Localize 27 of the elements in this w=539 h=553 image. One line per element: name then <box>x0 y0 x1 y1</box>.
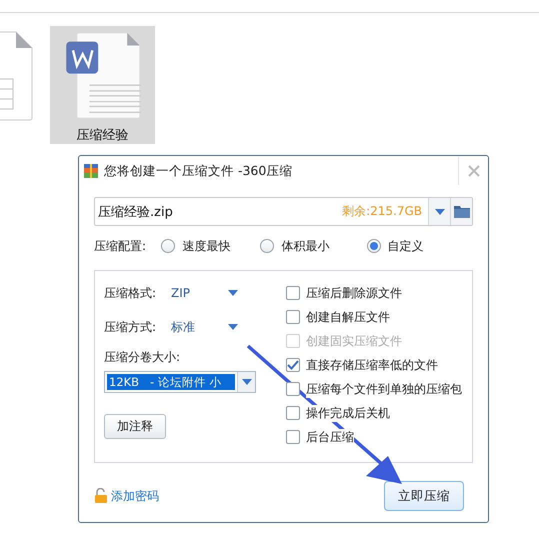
profile-radio[interactable]: 速度最快 <box>161 238 260 254</box>
comment-button[interactable]: 加注释 <box>104 414 166 439</box>
profile-radio[interactable]: 体积最小 <box>260 238 367 254</box>
checkmark-icon <box>287 360 299 370</box>
format-select[interactable]: ZIP <box>171 286 228 300</box>
caret-icon <box>228 290 238 296</box>
split-size-combo[interactable]: 12KB - 论坛附件 小 <box>104 371 256 393</box>
close-icon <box>468 165 480 177</box>
profile-label: 压缩配置: <box>94 238 148 254</box>
file-tile[interactable]: 压缩经验 <box>50 26 155 144</box>
file-name: 压缩经验 <box>76 127 128 144</box>
caret-icon <box>228 324 238 330</box>
window-title: 您将创建一个压缩文件 -360压缩 <box>104 162 294 180</box>
split-label: 压缩分卷大小: <box>104 349 182 366</box>
method-label: 压缩方式: <box>104 318 156 336</box>
add-password-link[interactable]: 添加密码 <box>94 488 159 504</box>
compress-now-button[interactable]: 立即压缩 <box>384 481 464 511</box>
padlock-icon <box>94 488 108 504</box>
option-checkbox[interactable]: 压缩后删除源文件 <box>286 281 462 305</box>
method-select[interactable]: 标准 <box>171 318 228 336</box>
option-checkbox[interactable]: 操作完成后关机 <box>286 401 462 425</box>
format-label: 压缩格式: <box>104 284 156 302</box>
option-checkbox[interactable]: 创建自解压文件 <box>286 305 462 329</box>
archive-icon <box>83 163 99 179</box>
profile-radio[interactable]: 自定义 <box>366 238 474 254</box>
option-checkbox[interactable]: 后台压缩 <box>286 425 462 449</box>
caret-icon <box>242 379 252 385</box>
